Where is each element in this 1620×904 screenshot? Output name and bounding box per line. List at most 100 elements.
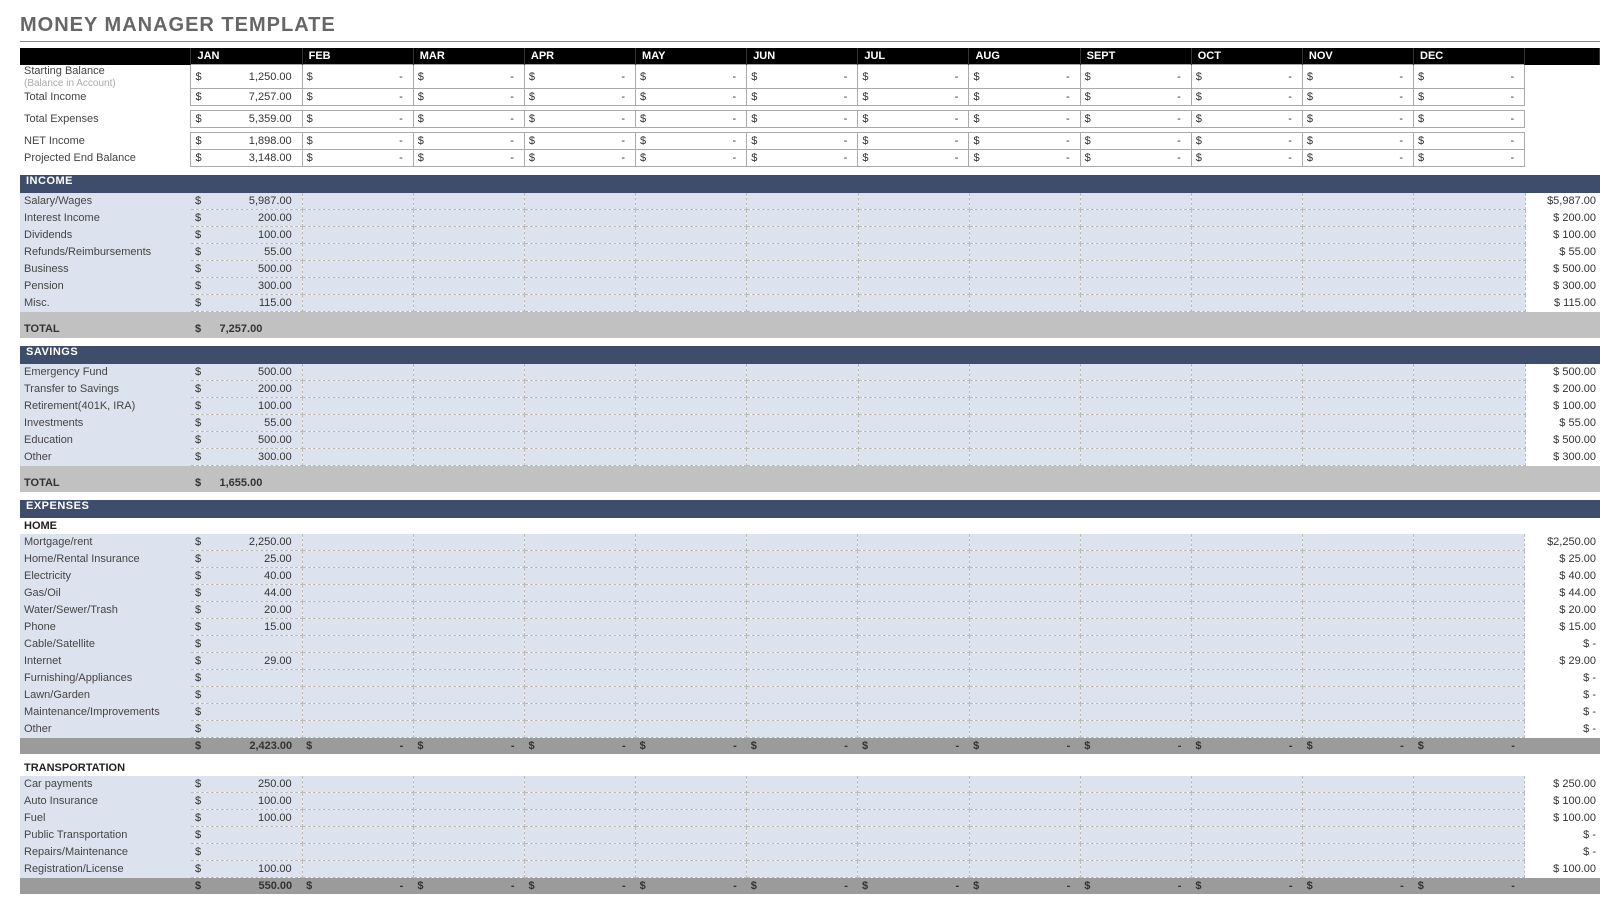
value-cell[interactable] [858,687,969,704]
value-cell[interactable]: $ [191,636,302,653]
value-cell[interactable] [636,568,747,585]
value-cell[interactable] [858,551,969,568]
value-cell[interactable]: $500.00 [191,432,302,449]
value-cell[interactable] [525,193,636,210]
value-cell[interactable] [524,602,635,619]
value-cell[interactable]: $2,250.00 [191,534,302,551]
money-cell[interactable]: $- [302,89,413,106]
value-cell[interactable] [302,193,413,210]
value-cell[interactable] [1191,585,1302,602]
value-cell[interactable] [858,861,969,878]
value-cell[interactable] [636,810,747,827]
value-cell[interactable] [1080,653,1191,670]
value-cell[interactable] [969,704,1080,721]
value-cell[interactable] [747,619,858,636]
value-cell[interactable] [858,844,969,861]
value-cell[interactable] [413,810,524,827]
money-cell[interactable]: $- [747,111,858,128]
value-cell[interactable] [858,636,969,653]
value-cell[interactable] [1414,551,1525,568]
value-cell[interactable] [1080,278,1191,295]
value-cell[interactable] [1192,227,1303,244]
value-cell[interactable]: $200.00 [191,210,302,227]
value-cell[interactable]: $100.00 [191,227,302,244]
value-cell[interactable] [747,432,858,449]
value-cell[interactable] [1080,687,1191,704]
money-cell[interactable]: $- [747,133,858,150]
value-cell[interactable] [1414,534,1525,551]
money-cell[interactable]: $- [1080,150,1191,167]
value-cell[interactable] [747,776,858,793]
value-cell[interactable] [636,670,747,687]
value-cell[interactable]: $ [191,721,302,738]
value-cell[interactable] [525,381,636,398]
value-cell[interactable] [1414,568,1525,585]
value-cell[interactable] [413,776,524,793]
value-cell[interactable] [1303,776,1414,793]
value-cell[interactable] [747,704,858,721]
value-cell[interactable] [525,261,636,278]
value-cell[interactable] [636,244,747,261]
money-cell[interactable]: $- [858,65,969,89]
value-cell[interactable] [413,653,524,670]
value-cell[interactable] [858,227,969,244]
value-cell[interactable] [302,568,413,585]
value-cell[interactable] [1303,861,1414,878]
value-cell[interactable] [858,364,969,381]
value-cell[interactable] [1080,364,1191,381]
value-cell[interactable] [747,227,858,244]
money-cell[interactable]: $- [524,89,635,106]
value-cell[interactable] [969,861,1080,878]
money-cell[interactable]: $- [747,89,858,106]
money-cell[interactable]: $- [969,133,1080,150]
value-cell[interactable] [1191,636,1302,653]
value-cell[interactable] [1414,670,1525,687]
value-cell[interactable] [1303,687,1414,704]
value-cell[interactable] [413,721,524,738]
value-cell[interactable] [302,793,413,810]
value-cell[interactable] [1080,449,1191,466]
value-cell[interactable] [1192,210,1303,227]
value-cell[interactable] [524,636,635,653]
value-cell[interactable] [1303,364,1414,381]
value-cell[interactable] [969,721,1080,738]
value-cell[interactable] [969,619,1080,636]
value-cell[interactable] [747,261,858,278]
value-cell[interactable] [858,619,969,636]
value-cell[interactable] [858,534,969,551]
value-cell[interactable] [1414,585,1525,602]
value-cell[interactable] [747,244,858,261]
value-cell[interactable] [413,670,524,687]
value-cell[interactable] [302,687,413,704]
money-cell[interactable]: $- [858,133,969,150]
money-cell[interactable]: $- [1414,111,1525,128]
value-cell[interactable] [1414,793,1525,810]
money-cell[interactable]: $- [1414,89,1525,106]
value-cell[interactable] [858,810,969,827]
value-cell[interactable] [858,793,969,810]
value-cell[interactable]: $55.00 [191,415,302,432]
value-cell[interactable] [1192,278,1303,295]
value-cell[interactable] [525,244,636,261]
money-cell[interactable]: $- [1414,150,1525,167]
value-cell[interactable] [1080,827,1191,844]
value-cell[interactable] [413,551,524,568]
money-cell[interactable]: $- [1191,133,1302,150]
value-cell[interactable] [1303,844,1414,861]
value-cell[interactable] [302,432,413,449]
value-cell[interactable] [1414,602,1525,619]
value-cell[interactable] [969,432,1080,449]
money-cell[interactable]: $- [969,111,1080,128]
value-cell[interactable]: $500.00 [191,261,302,278]
value-cell[interactable] [1303,721,1414,738]
value-cell[interactable] [969,227,1080,244]
value-cell[interactable] [969,687,1080,704]
money-cell[interactable]: $- [1191,150,1302,167]
value-cell[interactable] [858,585,969,602]
value-cell[interactable] [302,585,413,602]
value-cell[interactable] [1080,568,1191,585]
value-cell[interactable]: $20.00 [191,602,302,619]
value-cell[interactable] [747,827,858,844]
value-cell[interactable]: $ [191,687,302,704]
value-cell[interactable] [1303,653,1414,670]
